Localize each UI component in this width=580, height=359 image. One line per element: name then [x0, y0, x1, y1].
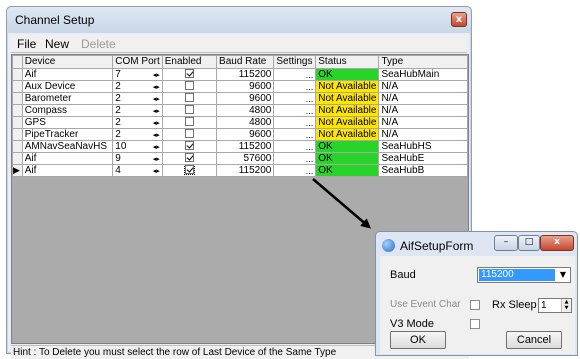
cancel-button[interactable]: Cancel — [506, 331, 562, 349]
stepper-buttons[interactable]: ▲ ▼ — [561, 299, 571, 312]
aif-setup-dialog: AifSetupForm – □ x Baud 115200 ▼ Use Eve… — [375, 231, 578, 356]
baud-label: Baud — [390, 269, 416, 281]
use-event-char-label: Use Event Char — [390, 299, 461, 310]
rx-sleep-stepper[interactable]: 1 ▲ ▼ — [538, 298, 572, 313]
use-event-char-checkbox[interactable] — [470, 300, 480, 310]
dialog-body: Baud 115200 ▼ Use Event Char Rx Sleep 1 … — [380, 256, 575, 354]
maximize-button[interactable]: □ — [518, 235, 540, 251]
rx-sleep-value: 1 — [541, 300, 547, 311]
v3-mode-checkbox[interactable] — [470, 319, 480, 329]
dialog-title: AifSetupForm — [400, 239, 474, 253]
v3-mode-label: V3 Mode — [390, 318, 435, 330]
baud-selected-value: 115200 — [479, 269, 555, 281]
rx-sleep-label: Rx Sleep — [492, 299, 537, 311]
minimize-button[interactable]: – — [494, 235, 518, 251]
ok-button[interactable]: OK — [390, 331, 446, 349]
baud-select[interactable]: 115200 ▼ — [477, 267, 571, 283]
dialog-close-button[interactable]: x — [540, 235, 574, 251]
spin-down-icon[interactable]: ▼ — [562, 305, 571, 311]
chevron-down-icon[interactable]: ▼ — [557, 269, 569, 281]
app-globe-icon — [382, 239, 395, 252]
